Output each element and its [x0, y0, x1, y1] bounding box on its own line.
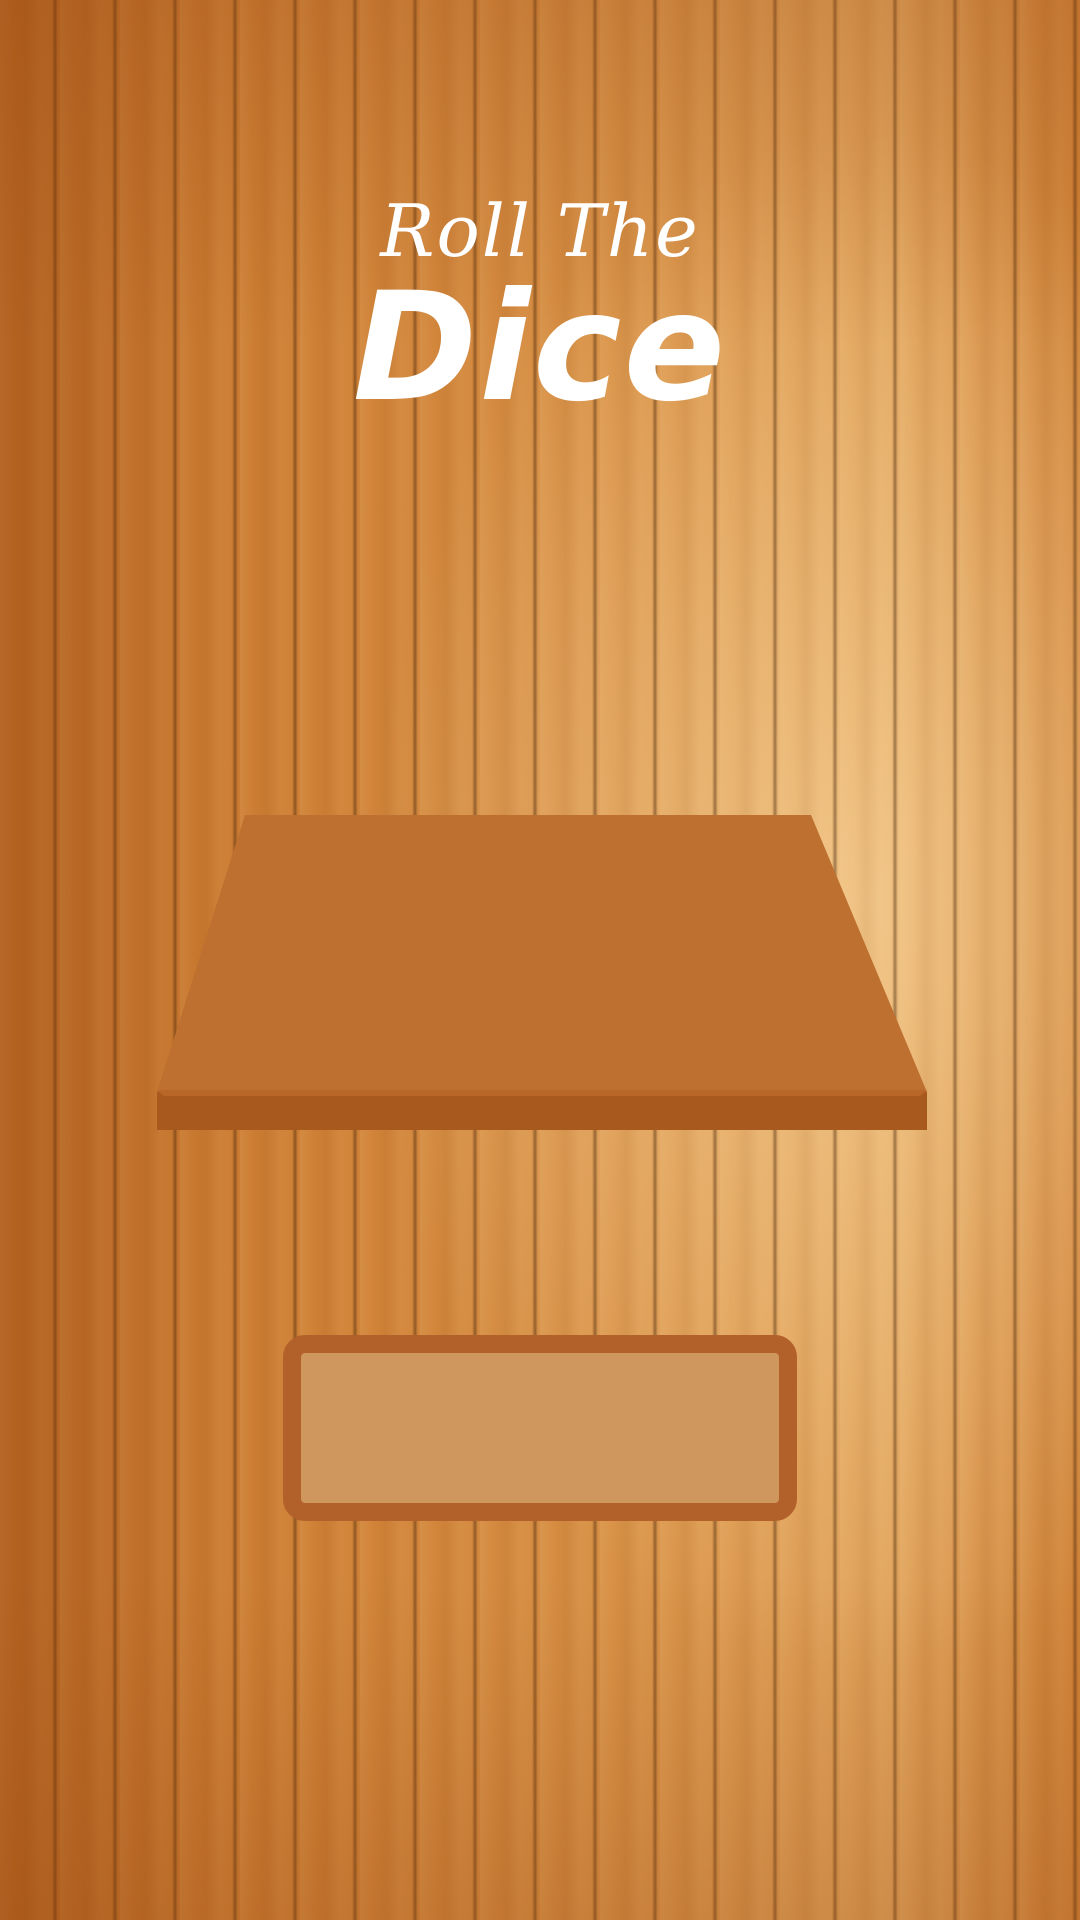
dice-board-highlight: [157, 1090, 927, 1096]
game-screen: Roll The Dice: [0, 0, 1080, 1920]
dice-board-top[interactable]: [157, 815, 927, 1092]
roll-button[interactable]: [283, 1335, 797, 1521]
dice-board-edge: [157, 1092, 927, 1130]
title-dice: Dice: [352, 261, 728, 435]
